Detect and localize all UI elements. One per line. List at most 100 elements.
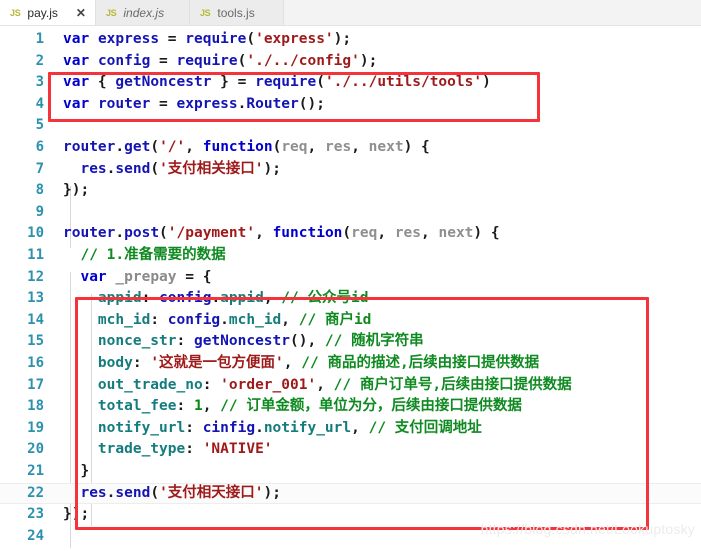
token-punc: (); bbox=[298, 95, 325, 112]
code-line[interactable]: 17 out_trade_no: 'order_001', // 商户订单号,后… bbox=[0, 375, 701, 397]
code-line[interactable]: 8}); bbox=[0, 180, 701, 202]
line-content[interactable]: total_fee: 1, // 订单金额，单位为分，后续由接口提供数据 bbox=[63, 396, 522, 418]
line-content[interactable]: router.post('/payment', function(req, re… bbox=[63, 223, 500, 245]
code-line[interactable]: 10 router.post('/payment', function(req, … bbox=[0, 223, 701, 245]
code-editor[interactable]: 1 var express = require('express'); 2 var c… bbox=[0, 26, 701, 551]
token-punc: , bbox=[307, 139, 325, 155]
line-content[interactable]: nonce_str: getNoncestr(), // 随机字符串 bbox=[63, 331, 424, 353]
line-number: 7 bbox=[35, 160, 44, 177]
token-str: './../config' bbox=[246, 52, 360, 69]
close-icon[interactable]: ✕ bbox=[76, 7, 86, 19]
line-content[interactable]: appid: config.appid, // 公众号id bbox=[63, 288, 369, 310]
code-lines[interactable]: 1 var express = require('express'); 2 var c… bbox=[0, 26, 701, 551]
line-number: 23 bbox=[27, 506, 44, 523]
code-line[interactable]: 5 bbox=[0, 115, 701, 137]
tab-bar-empty-space bbox=[283, 0, 701, 25]
line-content[interactable]: var router = express.Router(); bbox=[63, 94, 325, 116]
line-content[interactable]: }); bbox=[63, 504, 89, 526]
line-content[interactable]: var { getNoncestr } = require('./../util… bbox=[63, 72, 491, 94]
line-number: 13 bbox=[27, 290, 44, 307]
token-kw: var bbox=[80, 268, 107, 285]
code-line[interactable]: 14 mch_id: config.mch_id, // 商户id bbox=[0, 310, 701, 332]
token-punc: , bbox=[263, 290, 282, 307]
line-content[interactable]: body: '这就是一包方便面', // 商品的描述,后续由接口提供数据 bbox=[63, 353, 539, 375]
token-punc: ( bbox=[316, 74, 325, 91]
code-line[interactable]: 16 body: '这就是一包方便面', // 商品的描述,后续由接口提供数据 bbox=[0, 353, 701, 375]
line-content[interactable]: trade_type: 'NATIVE' bbox=[63, 439, 273, 461]
token-fn: config bbox=[167, 311, 221, 328]
token-plain: = bbox=[150, 95, 177, 112]
code-line[interactable]: 4 var router = express.Router(); bbox=[0, 94, 701, 116]
code-line[interactable]: 22 res.send('支付相天接口'); bbox=[0, 482, 701, 505]
tab-pay-js[interactable]: JS pay.js ✕ bbox=[0, 0, 96, 25]
code-line[interactable]: 18 total_fee: 1, // 订单金额，单位为分，后续由接口提供数据 bbox=[0, 396, 701, 418]
line-content[interactable]: var config = require('./../config'); bbox=[63, 51, 377, 73]
tab-tools-js[interactable]: JS tools.js bbox=[189, 0, 284, 25]
line-number: 12 bbox=[27, 268, 44, 285]
editor-tab-bar: JS pay.js ✕ JS index.js JS tools.js bbox=[0, 0, 701, 26]
line-content[interactable]: router.get('/', function(req, res, next)… bbox=[63, 137, 430, 159]
code-line[interactable]: 15 nonce_str: getNoncestr(), // 随机字符串 bbox=[0, 331, 701, 353]
token-fn: res bbox=[80, 160, 107, 177]
token-fn: config bbox=[97, 52, 151, 69]
code-line[interactable]: 20 trade_type: 'NATIVE' bbox=[0, 439, 701, 461]
token-punc: . bbox=[115, 225, 125, 242]
token-punc: , bbox=[316, 376, 334, 393]
line-content[interactable]: res.send('支付相关接口'); bbox=[63, 159, 281, 181]
token-punc: ( bbox=[272, 139, 282, 155]
line-number: 2 bbox=[35, 52, 44, 69]
line-content[interactable]: } bbox=[63, 461, 89, 483]
line-content[interactable]: var express = require('express'); bbox=[63, 29, 351, 51]
token-str: '支付相关接口' bbox=[159, 160, 264, 177]
token-fn: router bbox=[97, 95, 151, 112]
code-line[interactable]: 21 } bbox=[0, 461, 701, 483]
token-fn: getNoncestr bbox=[115, 74, 212, 91]
token-prop: out_trade_no bbox=[97, 376, 203, 393]
token-punc: ); bbox=[263, 160, 281, 177]
code-line[interactable]: 11 // 1.准备需要的数据 bbox=[0, 245, 701, 267]
line-number: 17 bbox=[27, 376, 44, 393]
code-line[interactable]: 19 notify_url: cinfig.notify_url, // 支付回… bbox=[0, 418, 701, 440]
code-line[interactable]: 2 var config = require('./../config'); bbox=[0, 51, 701, 73]
line-content[interactable]: notify_url: cinfig.notify_url, // 支付回调地址 bbox=[63, 418, 482, 440]
line-number: 11 bbox=[27, 247, 44, 263]
token-fn: express bbox=[97, 31, 160, 47]
token-punc: } = bbox=[211, 74, 256, 91]
code-line[interactable]: 6 router.get('/', function(req, res, next… bbox=[0, 137, 701, 159]
token-punc: , bbox=[377, 225, 395, 242]
line-number: 22 bbox=[27, 484, 44, 501]
code-line[interactable]: 3 var { getNoncestr } = require('./../uti… bbox=[0, 72, 701, 94]
token-punc: ) { bbox=[473, 225, 500, 242]
tab-index-js[interactable]: JS index.js bbox=[95, 0, 190, 25]
token-str: 'express' bbox=[255, 31, 334, 47]
line-content[interactable]: mch_id: config.mch_id, // 商户id bbox=[63, 310, 372, 332]
token-fn: cinfig bbox=[202, 419, 256, 436]
line-content[interactable]: res.send('支付相天接口'); bbox=[63, 484, 281, 504]
token-punc: : bbox=[202, 376, 221, 393]
line-content[interactable]: // 1.准备需要的数据 bbox=[63, 245, 225, 267]
token-prop: trade_type bbox=[97, 441, 186, 458]
token-punc: : bbox=[150, 311, 168, 328]
line-content[interactable]: out_trade_no: 'order_001', // 商户订单号,后续由接… bbox=[63, 375, 572, 397]
token-fn: require bbox=[176, 52, 238, 69]
code-line[interactable]: 12 var _prepay = { bbox=[0, 267, 701, 289]
token-punc: : bbox=[185, 419, 203, 436]
line-number: 24 bbox=[27, 527, 44, 544]
code-line[interactable]: 7 res.send('支付相关接口'); bbox=[0, 159, 701, 181]
code-line[interactable]: 9 bbox=[0, 202, 701, 224]
tab-label: index.js bbox=[123, 5, 165, 20]
line-content[interactable]: }); bbox=[63, 180, 89, 202]
token-punc: : bbox=[176, 398, 194, 415]
token-com: // 商品的描述,后续由接口提供数据 bbox=[301, 355, 540, 371]
code-line[interactable]: 13 appid: config.appid, // 公众号id bbox=[0, 288, 701, 310]
line-content[interactable]: var _prepay = { bbox=[63, 267, 211, 289]
token-punc: , bbox=[351, 139, 369, 155]
token-punc: ); bbox=[263, 484, 281, 501]
code-line[interactable]: 1 var express = require('express'); bbox=[0, 29, 701, 51]
token-param: next bbox=[368, 139, 404, 155]
